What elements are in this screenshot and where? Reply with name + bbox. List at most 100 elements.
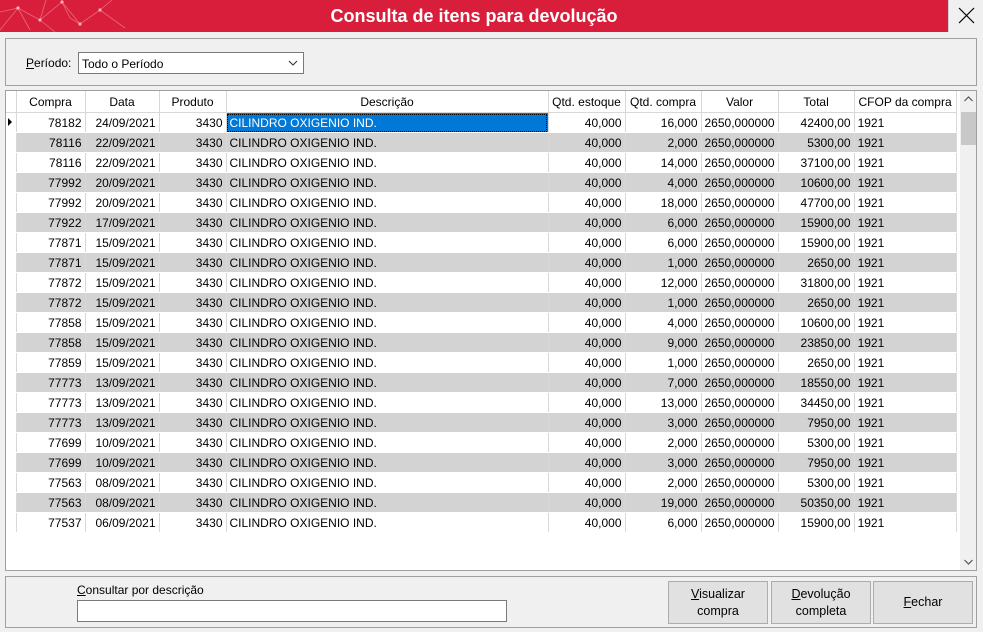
cell-descricao[interactable]: CILINDRO OXIGENIO IND.	[226, 472, 549, 493]
cell-qtd-compra[interactable]: 7,000	[625, 372, 702, 393]
cell-valor[interactable]: 2650,000000	[701, 512, 779, 533]
column-header-produto[interactable]: Produto	[159, 91, 227, 113]
cell-descricao[interactable]: CILINDRO OXIGENIO IND.	[226, 252, 549, 273]
cell-qtd-compra[interactable]: 2,000	[625, 132, 702, 153]
cell-valor[interactable]: 2650,000000	[701, 392, 779, 413]
table-row[interactable]: 77563 08/09/2021 3430 CILINDRO OXIGENIO IND…	[6, 492, 957, 513]
cell-cfop[interactable]: 1921	[854, 212, 957, 233]
row-indicator[interactable]	[6, 172, 17, 193]
cell-data[interactable]: 22/09/2021	[85, 152, 160, 173]
row-indicator[interactable]	[6, 372, 17, 393]
cell-total[interactable]: 31800,00	[778, 272, 855, 293]
cell-descricao[interactable]: CILINDRO OXIGENIO IND.	[226, 332, 549, 353]
cell-qtd-compra[interactable]: 1,000	[625, 252, 702, 273]
cell-data[interactable]: 15/09/2021	[85, 272, 160, 293]
period-select[interactable]: Todo o Período	[78, 52, 304, 74]
column-header-total[interactable]: Total	[778, 91, 855, 113]
cell-cfop[interactable]: 1921	[854, 132, 957, 153]
cell-data[interactable]: 13/09/2021	[85, 392, 160, 413]
cell-qtd-compra[interactable]: 6,000	[625, 212, 702, 233]
cell-cfop[interactable]: 1921	[854, 432, 957, 453]
cell-produto[interactable]: 3430	[159, 452, 227, 473]
cell-cfop[interactable]: 1921	[854, 172, 957, 193]
cell-produto[interactable]: 3430	[159, 492, 227, 513]
cell-produto[interactable]: 3430	[159, 512, 227, 533]
cell-data[interactable]: 15/09/2021	[85, 232, 160, 253]
cell-compra[interactable]: 77773	[16, 412, 86, 433]
cell-cfop[interactable]: 1921	[854, 232, 957, 253]
cell-produto[interactable]: 3430	[159, 292, 227, 313]
table-row[interactable]: 77699 10/09/2021 3430 CILINDRO OXIGENIO IND…	[6, 432, 957, 453]
row-indicator[interactable]	[6, 472, 17, 493]
row-indicator[interactable]	[6, 492, 17, 513]
cell-qtd-estoque[interactable]: 40,000	[548, 392, 626, 413]
cell-cfop[interactable]: 1921	[854, 372, 957, 393]
cell-data[interactable]: 20/09/2021	[85, 172, 160, 193]
cell-total[interactable]: 5300,00	[778, 432, 855, 453]
cell-data[interactable]: 20/09/2021	[85, 192, 160, 213]
cell-total[interactable]: 42400,00	[778, 112, 855, 133]
row-indicator[interactable]	[6, 452, 17, 473]
cell-cfop[interactable]: 1921	[854, 112, 957, 133]
view-purchase-button[interactable]: Visualizar compra	[668, 581, 768, 624]
cell-valor[interactable]: 2650,000000	[701, 232, 779, 253]
cell-data[interactable]: 10/09/2021	[85, 452, 160, 473]
table-row[interactable]: 77563 08/09/2021 3430 CILINDRO OXIGENIO IND…	[6, 472, 957, 493]
cell-qtd-estoque[interactable]: 40,000	[548, 292, 626, 313]
cell-descricao[interactable]: CILINDRO OXIGENIO IND.	[226, 392, 549, 413]
table-row[interactable]: 77872 15/09/2021 3430 CILINDRO OXIGENIO IND…	[6, 292, 957, 313]
cell-data[interactable]: 15/09/2021	[85, 332, 160, 353]
cell-total[interactable]: 15900,00	[778, 212, 855, 233]
cell-compra[interactable]: 77922	[16, 212, 86, 233]
cell-compra[interactable]: 77992	[16, 172, 86, 193]
cell-produto[interactable]: 3430	[159, 352, 227, 373]
cell-valor[interactable]: 2650,000000	[701, 172, 779, 193]
vertical-scrollbar[interactable]	[960, 91, 976, 570]
cell-compra[interactable]: 77871	[16, 232, 86, 253]
cell-valor[interactable]: 2650,000000	[701, 332, 779, 353]
cell-produto[interactable]: 3430	[159, 252, 227, 273]
cell-qtd-compra[interactable]: 18,000	[625, 192, 702, 213]
cell-descricao[interactable]: CILINDRO OXIGENIO IND.	[226, 352, 549, 373]
cell-total[interactable]: 7950,00	[778, 412, 855, 433]
table-row[interactable]: 77859 15/09/2021 3430 CILINDRO OXIGENIO IND…	[6, 352, 957, 373]
cell-descricao[interactable]: CILINDRO OXIGENIO IND.	[226, 272, 549, 293]
table-row[interactable]: 77992 20/09/2021 3430 CILINDRO OXIGENIO IND…	[6, 192, 957, 213]
cell-valor[interactable]: 2650,000000	[701, 112, 779, 133]
row-indicator[interactable]	[6, 412, 17, 433]
cell-total[interactable]: 7950,00	[778, 452, 855, 473]
cell-cfop[interactable]: 1921	[854, 252, 957, 273]
cell-total[interactable]: 15900,00	[778, 232, 855, 253]
row-indicator[interactable]	[6, 232, 17, 253]
cell-qtd-compra[interactable]: 13,000	[625, 392, 702, 413]
cell-qtd-estoque[interactable]: 40,000	[548, 212, 626, 233]
cell-compra[interactable]: 78116	[16, 152, 86, 173]
cell-produto[interactable]: 3430	[159, 192, 227, 213]
column-header-data[interactable]: Data	[85, 91, 160, 113]
table-row[interactable]: 77922 17/09/2021 3430 CILINDRO OXIGENIO IND…	[6, 212, 957, 233]
cell-compra[interactable]: 77537	[16, 512, 86, 533]
cell-qtd-compra[interactable]: 19,000	[625, 492, 702, 513]
cell-data[interactable]: 15/09/2021	[85, 312, 160, 333]
cell-compra[interactable]: 78182	[16, 112, 86, 133]
cell-total[interactable]: 2650,00	[778, 292, 855, 313]
cell-produto[interactable]: 3430	[159, 432, 227, 453]
cell-data[interactable]: 15/09/2021	[85, 352, 160, 373]
cell-qtd-estoque[interactable]: 40,000	[548, 432, 626, 453]
column-header-qtd-compra[interactable]: Qtd. compra	[625, 91, 702, 113]
cell-descricao[interactable]: CILINDRO OXIGENIO IND.	[226, 132, 549, 153]
cell-data[interactable]: 08/09/2021	[85, 472, 160, 493]
cell-valor[interactable]: 2650,000000	[701, 352, 779, 373]
cell-valor[interactable]: 2650,000000	[701, 212, 779, 233]
cell-data[interactable]: 22/09/2021	[85, 132, 160, 153]
cell-compra[interactable]: 77858	[16, 312, 86, 333]
cell-qtd-estoque[interactable]: 40,000	[548, 492, 626, 513]
cell-qtd-compra[interactable]: 1,000	[625, 352, 702, 373]
cell-data[interactable]: 08/09/2021	[85, 492, 160, 513]
table-row[interactable]: 77773 13/09/2021 3430 CILINDRO OXIGENIO IND…	[6, 392, 957, 413]
column-header-cfop[interactable]: CFOP da compra	[854, 91, 957, 113]
cell-compra[interactable]: 77859	[16, 352, 86, 373]
cell-qtd-estoque[interactable]: 40,000	[548, 112, 626, 133]
table-row[interactable]: 77858 15/09/2021 3430 CILINDRO OXIGENIO IND…	[6, 332, 957, 353]
row-indicator[interactable]	[6, 192, 17, 213]
